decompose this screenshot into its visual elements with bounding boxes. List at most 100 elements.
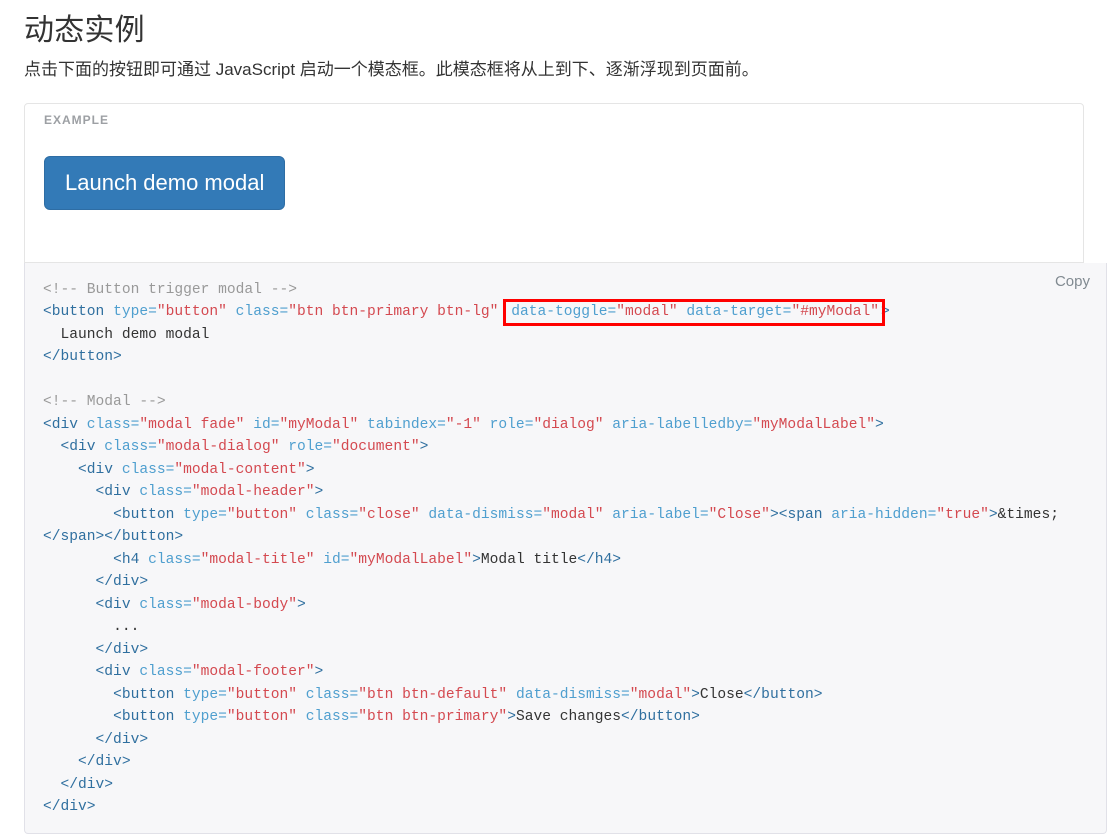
code-tag: <div bbox=[95, 664, 131, 680]
code-value: "button" bbox=[226, 506, 297, 523]
code-tag: > bbox=[314, 484, 324, 500]
code-attr: class= bbox=[130, 596, 192, 613]
code-attr: class= bbox=[296, 686, 359, 703]
code-tag: > bbox=[881, 304, 890, 320]
code-tag: > bbox=[305, 461, 315, 478]
code-value: "modal" bbox=[542, 506, 604, 523]
code-value: "document" bbox=[332, 439, 420, 455]
code-value: "myModalLabel" bbox=[349, 551, 473, 568]
code-attr: role= bbox=[279, 439, 333, 455]
code-value: "button" bbox=[156, 304, 227, 320]
code-tag: > bbox=[988, 506, 998, 523]
code-tag: <div bbox=[95, 596, 131, 613]
code-tag: > bbox=[296, 596, 306, 613]
code-tag: </button> bbox=[43, 349, 122, 365]
code-attr: data-dismiss= bbox=[419, 506, 543, 523]
code-text: Close bbox=[699, 686, 744, 703]
code-attr: class= bbox=[226, 304, 289, 320]
code-attr: type= bbox=[174, 686, 227, 703]
code-tag: </div> bbox=[95, 731, 149, 748]
code-tag: <h4 bbox=[113, 551, 140, 568]
code-attr: class= bbox=[296, 709, 359, 725]
code-attr: class= bbox=[78, 416, 140, 433]
code-value: "myModal" bbox=[279, 416, 359, 433]
code-tag: <button bbox=[113, 709, 175, 725]
code-snippet: <!-- Button trigger modal --> <button ty… bbox=[43, 279, 1092, 819]
code-entity: &times; bbox=[997, 506, 1059, 523]
code-value: "modal-content" bbox=[174, 461, 306, 478]
code-tag: </div> bbox=[95, 641, 149, 658]
code-value: "modal" bbox=[629, 686, 692, 703]
code-tag: <button bbox=[113, 506, 175, 523]
code-attr: type= bbox=[174, 709, 227, 725]
code-attr: id= bbox=[314, 551, 350, 568]
code-value: "modal fade" bbox=[139, 416, 245, 433]
code-tag: </div> bbox=[60, 776, 114, 793]
code-attr: data-dismiss= bbox=[507, 686, 630, 703]
code-attr: data-toggle= bbox=[511, 304, 617, 320]
code-value: "#myModal" bbox=[791, 304, 880, 320]
code-attr: type= bbox=[104, 304, 157, 320]
code-tag: <button bbox=[113, 686, 175, 703]
code-text: Launch demo modal bbox=[43, 326, 210, 343]
code-attr: class= bbox=[130, 664, 192, 680]
code-comment-button-trigger: <!-- Button trigger modal --> bbox=[43, 281, 297, 298]
copy-button[interactable]: Copy bbox=[1051, 271, 1094, 292]
code-value: "btn btn-default" bbox=[358, 686, 508, 703]
code-attr: type= bbox=[174, 506, 227, 523]
code-attr: class= bbox=[130, 484, 192, 500]
example-preview-panel: Launch demo modal bbox=[24, 102, 1084, 263]
code-tag: </div> bbox=[43, 799, 96, 815]
code-tag: </button> bbox=[743, 686, 823, 703]
code-value: "modal-header" bbox=[191, 484, 315, 500]
code-block: Copy <!-- Button trigger modal --> <butt… bbox=[24, 262, 1107, 834]
code-value: "dialog" bbox=[533, 416, 604, 433]
code-attr: data-target= bbox=[677, 304, 792, 320]
launch-demo-modal-button[interactable]: Launch demo modal bbox=[44, 155, 286, 210]
code-attr: class= bbox=[296, 506, 359, 523]
code-comment-modal: <!-- Modal --> bbox=[43, 394, 166, 410]
code-attr: aria-hidden= bbox=[822, 506, 937, 523]
code-tag: > bbox=[472, 551, 481, 568]
code-attr: class= bbox=[139, 551, 201, 568]
code-value: "button" bbox=[226, 709, 297, 725]
code-attr: role= bbox=[480, 416, 534, 433]
code-value: "button" bbox=[226, 686, 297, 703]
code-tag: > bbox=[314, 664, 324, 680]
code-tag: > bbox=[691, 686, 700, 703]
code-tag: > bbox=[875, 416, 884, 433]
code-tag: </button> bbox=[621, 709, 700, 725]
code-tag: </span></button> bbox=[43, 529, 184, 545]
code-value: "close" bbox=[358, 506, 420, 523]
code-attr: class= bbox=[95, 439, 157, 455]
code-value: "myModalLabel" bbox=[752, 416, 876, 433]
code-text-ellipsis: ... bbox=[43, 619, 140, 635]
code-attr: tabindex= bbox=[358, 416, 446, 433]
code-value: "modal" bbox=[616, 304, 678, 320]
code-value: "modal-title" bbox=[200, 551, 315, 568]
highlighted-data-attributes: data-toggle="modal" data-target="#myModa… bbox=[503, 299, 886, 326]
code-tag: <div bbox=[60, 439, 96, 455]
code-tag: ><span bbox=[769, 506, 823, 523]
code-tag: > bbox=[507, 709, 516, 725]
code-tag: </div> bbox=[78, 754, 131, 770]
code-tag: <div bbox=[78, 461, 114, 478]
code-tag: > bbox=[419, 439, 429, 455]
page-container: 动态实例 点击下面的按钮即可通过 JavaScript 启动一个模态框。此模态框… bbox=[0, 0, 1108, 834]
code-attr: class= bbox=[113, 461, 175, 478]
code-value: "Close" bbox=[708, 506, 770, 523]
page-lead-paragraph: 点击下面的按钮即可通过 JavaScript 启动一个模态框。此模态框将从上到下… bbox=[24, 60, 759, 79]
code-value: "btn btn-primary" bbox=[358, 709, 508, 725]
code-text: Modal title bbox=[480, 551, 578, 568]
